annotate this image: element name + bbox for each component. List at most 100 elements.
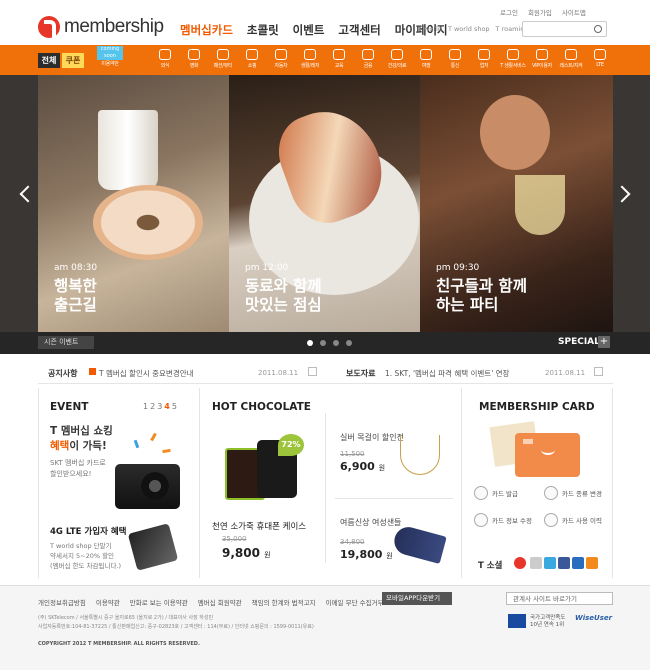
t-social-label: T 소셜 bbox=[478, 561, 503, 571]
category-item[interactable]: 건강/의료 bbox=[384, 49, 410, 69]
footer-links: 개인정보취급방침 이용약관 만화로 보는 이용약관 멤버십 회원약관 책임의 한… bbox=[38, 597, 384, 607]
card-issue-link[interactable]: 카드 발급 bbox=[474, 486, 518, 500]
category-label: 외식 bbox=[160, 63, 170, 69]
search-input[interactable] bbox=[522, 21, 607, 37]
notice-link[interactable]: T 멤버십 할인시 중요변경안내 bbox=[99, 368, 194, 379]
category-item[interactable]: 쇼핑 bbox=[239, 49, 265, 69]
card-menu-label: 카드 종류 변경 bbox=[562, 490, 603, 498]
membership-card-image[interactable] bbox=[515, 433, 580, 477]
category-item[interactable]: 생활/레저 bbox=[297, 49, 323, 69]
event-page-4[interactable]: 4 bbox=[164, 402, 172, 411]
category-item[interactable]: 통신 bbox=[442, 49, 468, 69]
necklace-image[interactable] bbox=[400, 435, 440, 475]
category-item[interactable]: 자동차 bbox=[268, 49, 294, 69]
sitemap-link[interactable]: 사이트맵 bbox=[562, 7, 586, 17]
lte-event-title[interactable]: 4G LTE 가입자 혜택 bbox=[50, 525, 126, 537]
nav-customer-center[interactable]: 고객센터 bbox=[338, 22, 380, 38]
membership-terms-link[interactable]: 멤버십 회원약관 bbox=[198, 597, 242, 607]
tworld-link[interactable]: T world bbox=[418, 25, 442, 33]
category-item[interactable]: T 생활서비스 bbox=[500, 49, 526, 69]
event-page-5[interactable]: 5 bbox=[172, 402, 179, 411]
category-item[interactable]: 이용약관 bbox=[97, 58, 123, 67]
event-headline-line2: 이 가득! bbox=[69, 440, 107, 452]
card-issue-icon bbox=[474, 486, 488, 500]
category-item[interactable]: VIP이용자 bbox=[529, 49, 555, 69]
category-icon bbox=[217, 49, 229, 60]
category-item[interactable]: 여행 bbox=[413, 49, 439, 69]
product-name[interactable]: 여름신상 여성샌들 bbox=[340, 517, 401, 528]
mobile-app-download-button[interactable]: 모바일APP다운받기 bbox=[382, 592, 452, 605]
category-item[interactable]: 영화 bbox=[181, 49, 207, 69]
category-item[interactable]: LTE bbox=[587, 49, 613, 68]
event-headline[interactable]: T 멤버십 쇼킹 혜택이 가득! bbox=[50, 424, 113, 454]
notice-next-icon[interactable] bbox=[308, 367, 317, 376]
slider-dot[interactable] bbox=[346, 340, 352, 346]
copyright: COPYRIGHT 2012 T MEMBERSHIP. ALL RIGHTS … bbox=[38, 641, 200, 647]
slider-dot[interactable] bbox=[307, 340, 313, 346]
signup-link[interactable]: 회원가입 bbox=[528, 7, 552, 17]
category-item[interactable]: 외식 bbox=[152, 49, 178, 69]
blog-icon[interactable] bbox=[586, 557, 598, 569]
season-event-dropdown[interactable]: 시즌 이벤트 bbox=[38, 336, 94, 349]
lte-event-subtext: T world shop 단말기 약세서지 5~20% 할인 (멤버십 한도 차… bbox=[50, 542, 122, 570]
search-icon[interactable] bbox=[594, 25, 602, 33]
special-more-button[interactable]: + bbox=[598, 336, 610, 348]
company-address: (주) SKTelecom / 서울특별시 중구 을지로65 (을지로 2가) … bbox=[38, 615, 314, 630]
card-change-link[interactable]: 카드 종류 변경 bbox=[544, 486, 602, 500]
category-icon bbox=[391, 49, 403, 60]
press-date: 2011.08.11 bbox=[545, 369, 586, 377]
divider bbox=[335, 498, 453, 499]
terms-link[interactable]: 이용약관 bbox=[96, 597, 120, 607]
t-social-icon[interactable] bbox=[514, 557, 526, 569]
discount-badge: 72% bbox=[278, 434, 304, 456]
category-label: 교육 bbox=[334, 63, 344, 69]
special-label[interactable]: SPECIAL bbox=[558, 337, 600, 347]
related-sites-select[interactable]: 관계사 사이트 바로가기 bbox=[506, 592, 613, 605]
me2day-icon[interactable] bbox=[530, 557, 542, 569]
category-coupon-button[interactable]: 쿠폰 bbox=[62, 53, 84, 68]
camera-image[interactable] bbox=[115, 464, 180, 509]
tworld-shop-link[interactable]: T world shop bbox=[448, 25, 490, 33]
card-history-icon bbox=[544, 513, 558, 527]
category-item[interactable]: 레스트/지켜 bbox=[558, 49, 584, 69]
category-item[interactable]: 교육 bbox=[326, 49, 352, 69]
daum-icon[interactable] bbox=[572, 557, 584, 569]
privacy-policy-link[interactable]: 개인정보취급방침 bbox=[38, 597, 86, 607]
legal-notice-link[interactable]: 책임의 한계와 법적고지 bbox=[252, 597, 316, 607]
nav-membership-card[interactable]: 멤버십카드 bbox=[180, 22, 233, 38]
nav-chocolate[interactable]: 초콜릿 bbox=[247, 22, 279, 38]
category-label: 업저 bbox=[479, 63, 489, 69]
sale-price-value: 9,800 bbox=[222, 546, 260, 560]
press-next-icon[interactable] bbox=[594, 367, 603, 376]
comic-terms-link[interactable]: 만화로 보는 이용약관 bbox=[130, 597, 188, 607]
press-link[interactable]: 1. SKT, '멤버십 파격 혜택 이벤트' 연장 bbox=[385, 368, 509, 379]
notice-label: 공지사항 bbox=[48, 369, 78, 378]
twitter-icon[interactable] bbox=[544, 557, 556, 569]
hero-panel-morning[interactable]: am 08:30 행복한 출근길 bbox=[38, 75, 229, 332]
category-label: T 생활서비스 bbox=[500, 63, 526, 69]
category-all-button[interactable]: 전체 bbox=[38, 53, 60, 68]
facebook-icon[interactable] bbox=[558, 557, 570, 569]
panel-time: pm 12:00 bbox=[245, 263, 289, 273]
category-icon bbox=[275, 49, 287, 60]
category-item[interactable]: 업저 bbox=[471, 49, 497, 69]
slider-dot[interactable] bbox=[333, 340, 339, 346]
membership-card-heading: MEMBERSHIP CARD bbox=[479, 401, 595, 413]
nav-event[interactable]: 이벤트 bbox=[293, 22, 325, 38]
category-item[interactable]: 금융 bbox=[355, 49, 381, 69]
category-icon bbox=[594, 49, 606, 60]
email-policy-link[interactable]: 이메일 무단 수집거부 bbox=[326, 597, 384, 607]
product-name[interactable]: 실버 목걸이 할인전 bbox=[340, 432, 404, 443]
card-history-link[interactable]: 카드 사용 이력 bbox=[544, 513, 602, 527]
original-price: 34,800 bbox=[340, 538, 365, 546]
slider-dot[interactable] bbox=[320, 340, 326, 346]
category-item[interactable]: 패션/뷰티 bbox=[210, 49, 236, 69]
card-info-link[interactable]: 카드 정보 수정 bbox=[474, 513, 532, 527]
hero-panel-party[interactable]: pm 09:30 친구들과 함께 하는 파티 bbox=[420, 75, 613, 332]
family-site-links: T world T world shop T roaming bbox=[418, 25, 528, 33]
category-label: 자동차 bbox=[274, 63, 288, 69]
login-link[interactable]: 로그인 bbox=[500, 7, 518, 17]
logo[interactable]: membership bbox=[38, 14, 168, 40]
hero-panel-lunch[interactable]: pm 12:00 동료와 함께 맛있는 점심 bbox=[229, 75, 420, 332]
product-name[interactable]: 천연 소가죽 휴대폰 케이스 bbox=[212, 520, 306, 532]
